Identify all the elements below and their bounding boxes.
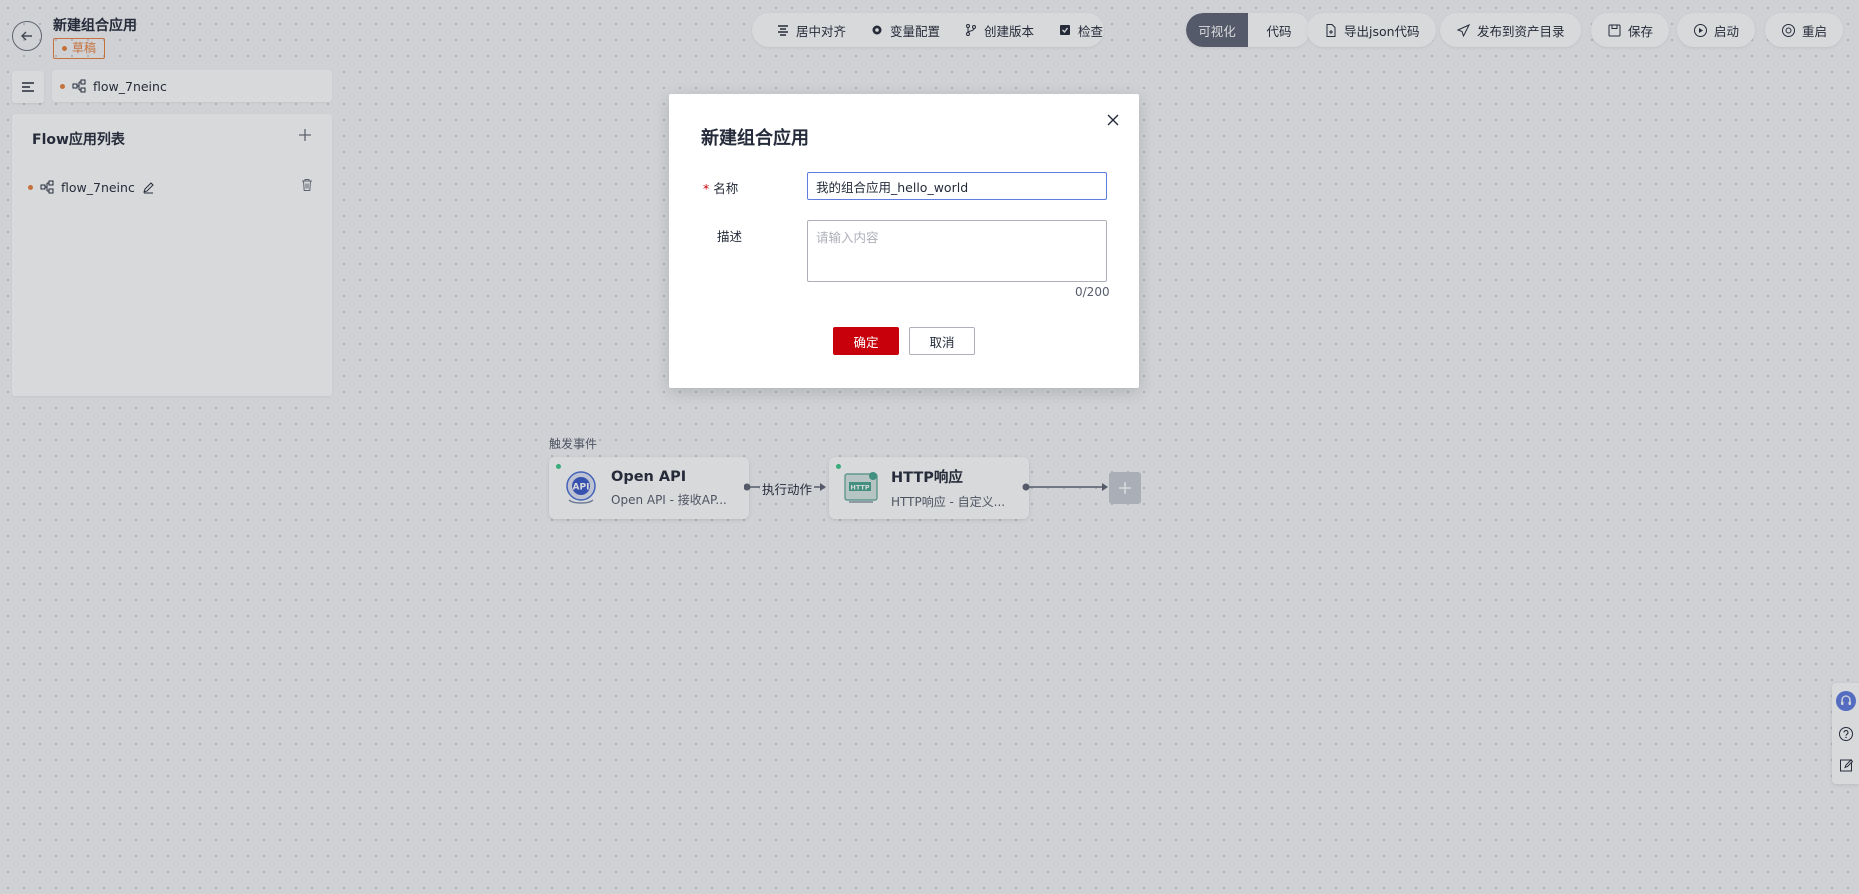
close-icon bbox=[1107, 114, 1119, 126]
desc-field-label: 描述 bbox=[717, 229, 743, 244]
description-input[interactable] bbox=[807, 220, 1107, 282]
close-button[interactable] bbox=[1105, 112, 1121, 128]
create-app-dialog: 新建组合应用 *名称 描述 0/200 确定 取消 bbox=[669, 94, 1139, 388]
name-field-label: * 名称 bbox=[703, 178, 738, 197]
cancel-button[interactable]: 取消 bbox=[909, 327, 975, 355]
required-star: * bbox=[703, 181, 710, 196]
name-input[interactable] bbox=[807, 172, 1107, 200]
dialog-title: 新建组合应用 bbox=[701, 128, 809, 149]
confirm-button[interactable]: 确定 bbox=[833, 327, 899, 355]
name-label-text: 名称 bbox=[713, 181, 739, 196]
char-counter: 0/200 bbox=[1075, 285, 1110, 299]
